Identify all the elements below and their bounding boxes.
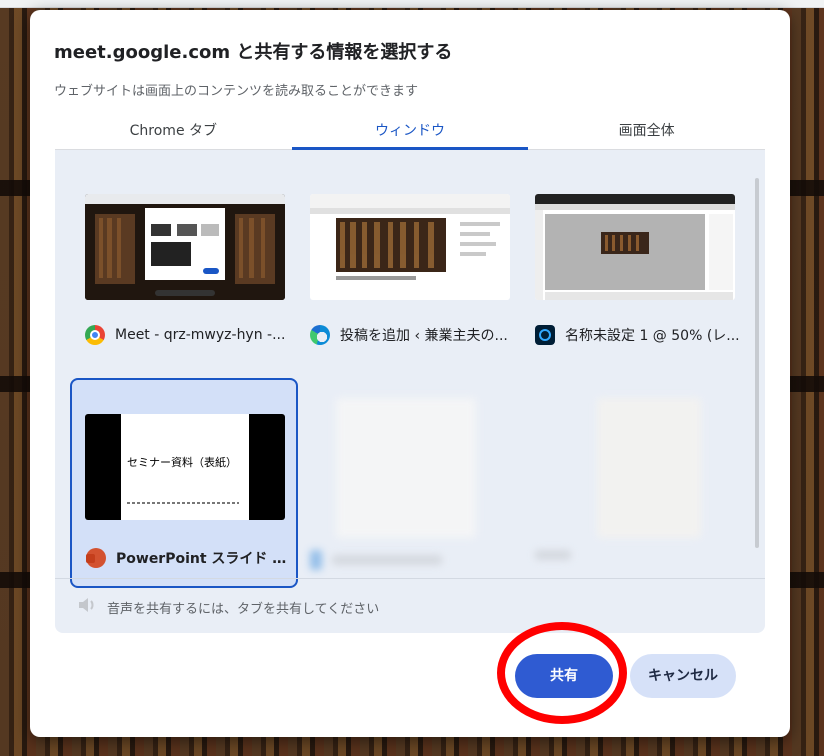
window-card-label (535, 550, 740, 560)
window-card-edge[interactable]: 投稿を追加 ‹ 兼業主夫の... (296, 170, 524, 380)
blurred-icon (310, 550, 322, 570)
window-thumbnail (310, 194, 510, 300)
slide-preview: セミナー資料（表紙） (121, 414, 249, 520)
tab-chrome-tab[interactable]: Chrome タブ (55, 114, 292, 149)
window-card-photoshop[interactable]: 名称未設定 1 @ 50% (レ... (521, 170, 749, 380)
speaker-icon (77, 596, 97, 618)
dialog-title: meet.google.com と共有する情報を選択する (54, 42, 453, 63)
scrollbar[interactable] (755, 178, 759, 548)
window-list-panel: Meet - qrz-mwyz-hyn -... 投稿を追加 ‹ 兼業主夫の..… (55, 150, 765, 633)
screen-share-dialog: meet.google.com と共有する情報を選択する ウェブサイトは画面上の… (30, 10, 790, 737)
window-thumbnail (85, 194, 285, 300)
source-tabs: Chrome タブ ウィンドウ 画面全体 (55, 114, 765, 150)
window-thumbnail (597, 398, 701, 538)
browser-top-bar (0, 0, 824, 8)
tab-entire-screen[interactable]: 画面全体 (528, 114, 765, 149)
window-card-meet[interactable]: Meet - qrz-mwyz-hyn -... (71, 170, 299, 380)
tab-window[interactable]: ウィンドウ (291, 114, 529, 150)
audio-note-text: 音声を共有するには、タブを共有してください (107, 601, 380, 617)
chrome-icon (85, 325, 105, 345)
window-thumbnail: セミナー資料（表紙） (85, 414, 285, 520)
window-thumbnail (535, 194, 735, 300)
window-card-label: 投稿を追加 ‹ 兼業主夫の... (310, 325, 515, 345)
slide-title-text: セミナー資料（表紙） (127, 456, 237, 469)
window-card-powerpoint[interactable]: セミナー資料（表紙） PowerPoint スライド ショ... (70, 378, 298, 588)
dialog-subtitle: ウェブサイトは画面上のコンテンツを読み取ることができます (54, 84, 419, 99)
edge-icon (310, 325, 330, 345)
window-card-label: PowerPoint スライド ショ... (86, 548, 291, 568)
window-card-label (310, 550, 515, 570)
photoshop-icon (535, 325, 555, 345)
window-thumbnail (336, 398, 476, 538)
window-card-label: 名称未設定 1 @ 50% (レ... (535, 325, 740, 345)
window-card-label: Meet - qrz-mwyz-hyn -... (85, 325, 290, 345)
red-annotation-circle (497, 622, 627, 724)
window-card-blurred[interactable] (296, 378, 524, 588)
window-grid: Meet - qrz-mwyz-hyn -... 投稿を追加 ‹ 兼業主夫の..… (55, 150, 745, 588)
window-card-blurred[interactable] (521, 378, 749, 588)
divider (55, 578, 765, 579)
audio-note: 音声を共有するには、タブを共有してください (77, 596, 379, 618)
powerpoint-icon (86, 548, 106, 568)
cancel-button[interactable]: キャンセル (630, 654, 736, 698)
